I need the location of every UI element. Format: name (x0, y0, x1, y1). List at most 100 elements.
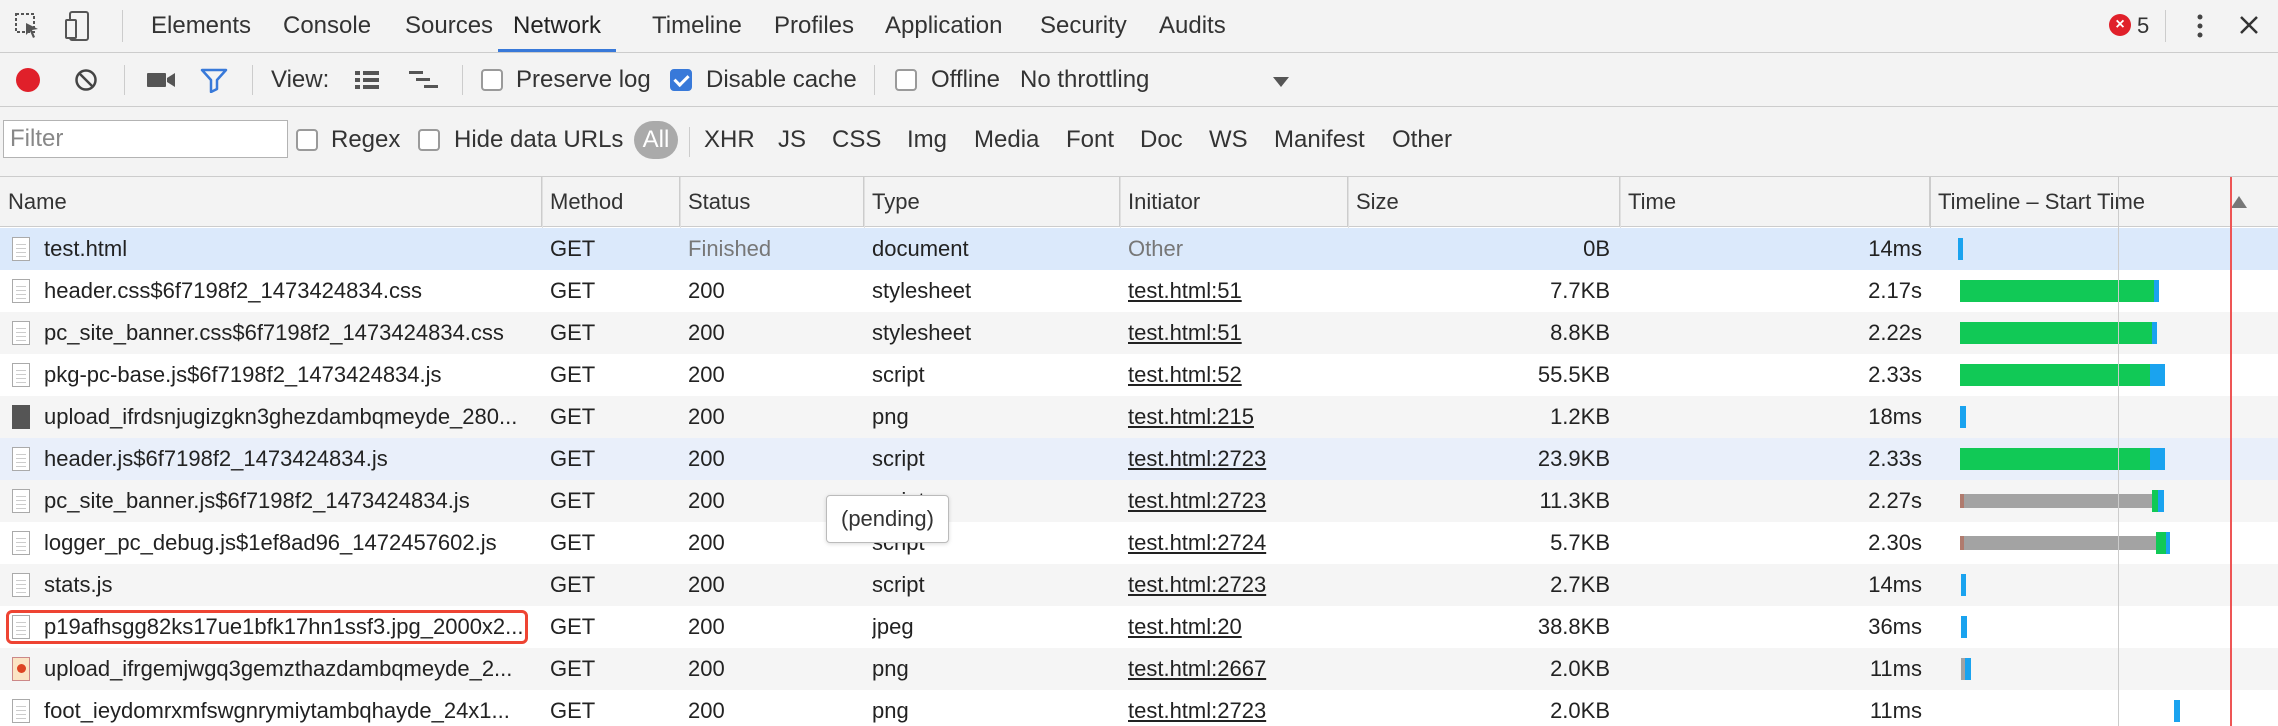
record-button[interactable] (16, 68, 40, 92)
request-name[interactable]: upload_ifrgemjwgq3gemzthazdambqmeyde_2..… (44, 648, 534, 690)
request-status: 200 (688, 362, 725, 387)
throttling-select[interactable]: No throttling (1020, 53, 1149, 107)
capture-screenshots-icon[interactable] (146, 70, 176, 90)
offline-checkbox[interactable] (895, 69, 917, 91)
filter-type-media[interactable]: Media (974, 117, 1039, 163)
request-initiator[interactable]: test.html:2723 (1128, 564, 1338, 606)
filter-type-ws[interactable]: WS (1209, 117, 1248, 163)
regex-checkbox[interactable] (296, 129, 318, 151)
column-header-time[interactable]: Time (1620, 177, 1930, 227)
request-initiator[interactable]: test.html:2723 (1128, 480, 1338, 522)
file-icon (12, 447, 30, 471)
column-header-timeline[interactable]: Timeline – Start Time (1930, 177, 2278, 227)
request-initiator[interactable]: test.html:2667 (1128, 648, 1338, 690)
more-menu-icon[interactable] (2192, 12, 2208, 40)
request-initiator[interactable]: test.html:215 (1128, 396, 1338, 438)
column-header-initiator[interactable]: Initiator (1120, 177, 1348, 227)
filter-type-other[interactable]: Other (1392, 117, 1452, 163)
preserve-log-label[interactable]: Preserve log (516, 53, 651, 107)
large-rows-icon[interactable] (354, 69, 380, 91)
request-name[interactable]: header.css$6f7198f2_1473424834.css (44, 270, 534, 312)
column-header-size[interactable]: Size (1348, 177, 1620, 227)
tab-profiles[interactable]: Profiles (774, 0, 854, 52)
disable-cache-label[interactable]: Disable cache (706, 53, 857, 107)
column-header-status[interactable]: Status (680, 177, 864, 227)
close-icon[interactable] (2238, 14, 2260, 36)
error-icon[interactable]: × (2109, 14, 2131, 36)
request-row[interactable]: header.css$6f7198f2_1473424834.css GET 2… (0, 270, 2278, 312)
image-thumbnail-icon (12, 405, 30, 429)
request-row[interactable]: test.html GET Finished document Other 0B… (0, 228, 2278, 270)
request-row[interactable]: header.js$6f7198f2_1473424834.js GET 200… (0, 438, 2278, 480)
request-row[interactable]: stats.js GET 200 script test.html:2723 2… (0, 564, 2278, 606)
column-header-type[interactable]: Type (864, 177, 1120, 227)
chevron-down-icon[interactable] (1272, 75, 1290, 87)
hide-data-urls-label[interactable]: Hide data URLs (454, 117, 623, 163)
request-name[interactable]: stats.js (44, 564, 534, 606)
request-initiator[interactable]: test.html:51 (1128, 312, 1338, 354)
filter-type-all[interactable]: All (634, 121, 678, 159)
request-row[interactable]: upload_ifrgemjwgq3gemzthazdambqmeyde_2..… (0, 648, 2278, 690)
request-name[interactable]: logger_pc_debug.js$1ef8ad96_1472457602.j… (44, 522, 534, 564)
request-name[interactable]: upload_ifrdsnjugizgkn3ghezdambqmeyde_280… (44, 396, 534, 438)
error-count[interactable]: 5 (2137, 0, 2149, 52)
filter-type-css[interactable]: CSS (832, 117, 881, 163)
request-initiator[interactable]: test.html:20 (1128, 606, 1338, 648)
request-initiator[interactable]: test.html:2724 (1128, 522, 1338, 564)
request-row[interactable]: upload_ifrdsnjugizgkn3ghezdambqmeyde_280… (0, 396, 2278, 438)
tab-console[interactable]: Console (283, 0, 371, 52)
request-initiator[interactable]: test.html:52 (1128, 354, 1338, 396)
request-method: GET (550, 488, 596, 513)
clear-icon[interactable] (74, 68, 98, 92)
request-size: 38.8KB (1537, 614, 1610, 639)
request-row[interactable]: pc_site_banner.js$6f7198f2_1473424834.js… (0, 480, 2278, 522)
devtools-tab-bar: Elements Console Sources Network Timelin… (0, 0, 2278, 53)
column-header-method[interactable]: Method (542, 177, 680, 227)
hide-data-urls-checkbox[interactable] (418, 129, 440, 151)
request-initiator[interactable]: test.html:51 (1128, 270, 1338, 312)
request-table-header: Name Method Status Type Initiator Size T… (0, 177, 2278, 227)
regex-label[interactable]: Regex (331, 117, 400, 163)
filter-type-font[interactable]: Font (1066, 117, 1114, 163)
request-row[interactable]: foot_ieydomrxmfswgnrymiytambqhayde_24x1.… (0, 690, 2278, 726)
request-name[interactable]: pkg-pc-base.js$6f7198f2_1473424834.js (44, 354, 534, 396)
tab-sources[interactable]: Sources (405, 0, 493, 52)
request-initiator[interactable]: test.html:2723 (1128, 690, 1338, 726)
inspect-element-icon[interactable] (14, 12, 42, 40)
request-row[interactable]: pc_site_banner.css$6f7198f2_1473424834.c… (0, 312, 2278, 354)
filter-type-img[interactable]: Img (907, 117, 947, 163)
tab-security[interactable]: Security (1040, 0, 1127, 52)
request-name[interactable]: header.js$6f7198f2_1473424834.js (44, 438, 534, 480)
tab-elements[interactable]: Elements (151, 0, 251, 52)
request-row[interactable]: pkg-pc-base.js$6f7198f2_1473424834.js GE… (0, 354, 2278, 396)
request-initiator[interactable]: test.html:2723 (1128, 438, 1338, 480)
toolbar-divider (252, 65, 253, 95)
filter-type-doc[interactable]: Doc (1140, 117, 1183, 163)
request-name[interactable]: test.html (44, 228, 534, 270)
request-size: 2.7KB (1550, 572, 1610, 597)
column-header-name[interactable]: Name (0, 177, 542, 227)
filter-input[interactable] (3, 120, 288, 158)
request-name[interactable]: pc_site_banner.css$6f7198f2_1473424834.c… (44, 312, 534, 354)
preserve-log-checkbox[interactable] (481, 69, 503, 91)
offline-label[interactable]: Offline (931, 53, 1000, 107)
tab-timeline[interactable]: Timeline (652, 0, 742, 52)
filter-type-manifest[interactable]: Manifest (1274, 117, 1365, 163)
request-size: 55.5KB (1537, 362, 1610, 387)
tooltip: (pending) (826, 495, 949, 543)
filter-icon[interactable] (200, 67, 228, 94)
disable-cache-checkbox[interactable] (670, 69, 692, 91)
overview-icon[interactable] (408, 69, 440, 91)
sort-ascending-icon[interactable] (2230, 195, 2248, 209)
waterfall-bar (2152, 322, 2157, 344)
request-name[interactable]: foot_ieydomrxmfswgnrymiytambqhayde_24x1.… (44, 690, 534, 726)
request-name[interactable]: pc_site_banner.js$6f7198f2_1473424834.js (44, 480, 534, 522)
tab-audits[interactable]: Audits (1159, 0, 1226, 52)
request-row[interactable]: logger_pc_debug.js$1ef8ad96_1472457602.j… (0, 522, 2278, 564)
tab-network[interactable]: Network (498, 0, 617, 52)
request-size: 23.9KB (1537, 446, 1610, 471)
filter-type-js[interactable]: JS (778, 117, 806, 163)
tab-application[interactable]: Application (885, 0, 1002, 52)
device-mode-icon[interactable] (64, 10, 96, 42)
filter-type-xhr[interactable]: XHR (704, 117, 755, 163)
